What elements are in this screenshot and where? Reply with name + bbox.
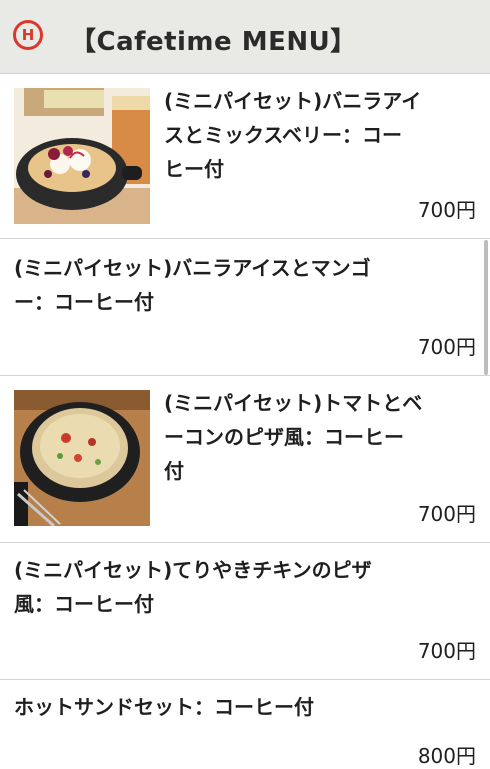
item-price: 700円 xyxy=(417,502,476,526)
pizza-pie-photo xyxy=(14,390,150,526)
item-name: (ミニパイセット)てりやきチキンのピザ 風：コーヒー付 xyxy=(14,558,372,616)
item-name: ホットサンドセット：コーヒー付 xyxy=(14,695,314,719)
menu-item[interactable]: (ミニパイセット)バニラアイスとマンゴ ー：コーヒー付 700円 xyxy=(0,239,490,376)
item-name: (ミニパイセット)トマトとベ ーコンのピザ風：コーヒー 付 xyxy=(164,391,423,483)
ice-cream-pie-photo xyxy=(14,88,150,224)
item-price: 700円 xyxy=(417,335,476,359)
item-name: (ミニパイセット)バニラアイ スとミックスベリー：コー ヒー付 xyxy=(164,89,422,181)
menu-item[interactable]: ホットサンドセット：コーヒー付 800円 xyxy=(0,680,490,768)
app-header: H 【Cafetime MENU】 xyxy=(0,0,490,74)
item-price: 700円 xyxy=(417,639,476,663)
logo-icon[interactable]: H xyxy=(13,20,43,50)
menu-item[interactable]: (ミニパイセット)トマトとベ ーコンのピザ風：コーヒー 付 700円 xyxy=(0,376,490,543)
menu-item[interactable]: (ミニパイセット)てりやきチキンのピザ 風：コーヒー付 700円 xyxy=(0,543,490,680)
scrollbar[interactable] xyxy=(484,240,488,375)
menu-item[interactable]: (ミニパイセット)バニラアイ スとミックスベリー：コー ヒー付 700円 xyxy=(0,74,490,239)
page-title: 【Cafetime MENU】 xyxy=(70,27,357,57)
item-name: (ミニパイセット)バニラアイスとマンゴ ー：コーヒー付 xyxy=(14,256,371,314)
item-price: 700円 xyxy=(417,198,476,222)
